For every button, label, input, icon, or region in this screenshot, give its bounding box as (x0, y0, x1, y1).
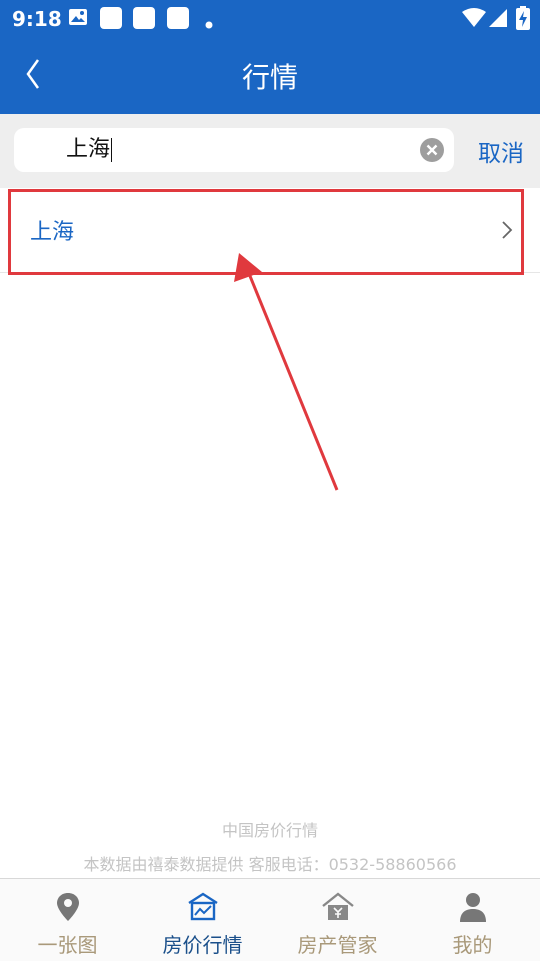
tab-label: 我的 (452, 933, 493, 957)
app-notification-icon (132, 7, 156, 33)
wifi-icon (462, 8, 486, 32)
more-notifications-dot-icon (205, 14, 213, 33)
cancel-button[interactable]: 取消 (478, 134, 524, 168)
text-caret (111, 138, 113, 162)
app-notification-icon (99, 7, 123, 33)
tab-price-market[interactable]: 房价行情 (135, 879, 270, 961)
app-bar: 行情 (0, 36, 540, 114)
status-time: 9:18 (12, 7, 62, 31)
tab-label: 房价行情 (162, 933, 243, 957)
battery-charging-icon (516, 6, 530, 34)
bottom-tab-bar: 一张图 房价行情 房产管家 我的 (0, 878, 540, 961)
image-notification-icon (68, 7, 88, 31)
tab-label: 一张图 (37, 933, 98, 957)
app-notification-icon (166, 7, 190, 33)
search-input-value[interactable]: 上海 (66, 138, 113, 162)
page-title: 行情 (241, 61, 298, 94)
tab-label: 房产管家 (297, 933, 378, 957)
tab-map[interactable]: 一张图 (0, 879, 135, 961)
footer-credit: 本数据由禧泰数据提供 客服电话：0532-58860566 (83, 855, 457, 874)
clear-search-button[interactable] (420, 138, 444, 162)
map-pin-icon (51, 891, 85, 923)
tab-property-manager[interactable]: 房产管家 (270, 879, 405, 961)
search-input[interactable]: 上海 (14, 128, 454, 172)
tab-mine[interactable]: 我的 (405, 879, 540, 961)
highlight-box (8, 189, 524, 275)
status-bar: 9:18 (0, 0, 540, 36)
house-chart-icon (186, 891, 220, 923)
person-icon (456, 891, 490, 923)
cell-signal-icon (488, 8, 508, 32)
footer-title: 中国房价行情 (221, 821, 318, 840)
house-yen-icon (321, 891, 355, 923)
clear-icon (420, 138, 444, 162)
search-area: 上海 取消 (0, 114, 540, 188)
